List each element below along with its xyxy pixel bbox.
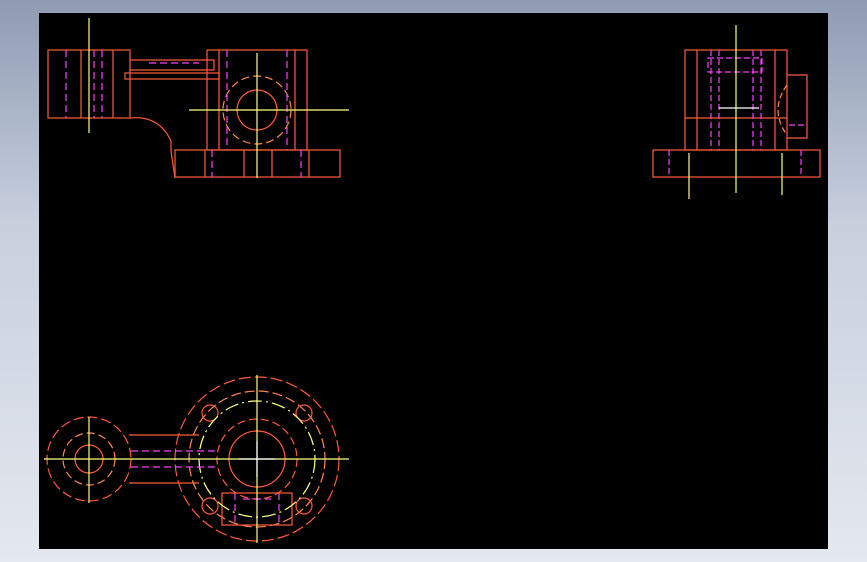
bolt-hole-3 bbox=[201, 497, 219, 515]
side-view bbox=[652, 25, 821, 199]
side-slot bbox=[707, 57, 763, 73]
front-view bbox=[47, 18, 349, 179]
bolt-hole-4 bbox=[295, 497, 313, 515]
top-view bbox=[44, 375, 349, 543]
cad-drawing-canvas[interactable] bbox=[39, 13, 828, 549]
cad-drawing bbox=[44, 18, 821, 543]
